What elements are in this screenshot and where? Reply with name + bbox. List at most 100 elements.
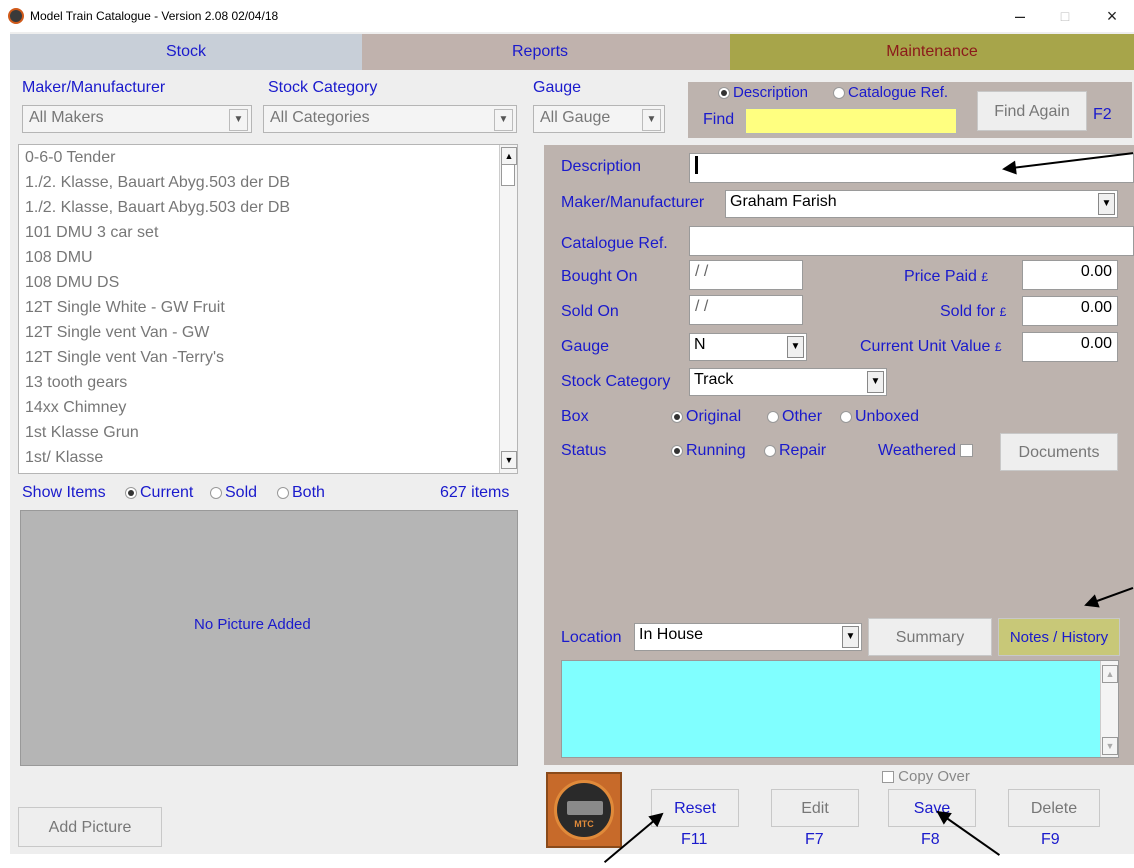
list-scrollbar[interactable]: ▲ ▼ [499, 145, 517, 473]
box-original-radio[interactable]: Original [671, 408, 741, 426]
chevron-down-icon: ▼ [642, 109, 661, 131]
notes-textarea[interactable]: ▲ ▼ [561, 660, 1119, 758]
close-button[interactable]: × [1092, 4, 1132, 28]
maker-select[interactable]: Graham Farish ▼ [725, 190, 1118, 218]
gauge-filter-label: Gauge [533, 79, 582, 96]
gauge-filter-select[interactable]: All Gauge ▼ [533, 105, 665, 133]
scroll-thumb[interactable] [501, 164, 515, 186]
unit-value-input[interactable]: 0.00 [1022, 332, 1118, 362]
maker-filter-select[interactable]: All Makers ▼ [22, 105, 252, 133]
save-button[interactable]: Save [888, 789, 976, 827]
summary-button[interactable]: Summary [868, 618, 992, 656]
delete-button[interactable]: Delete [1008, 789, 1100, 827]
list-item[interactable]: 108 DMU [25, 249, 93, 267]
title-bar: Model Train Catalogue - Version 2.08 02/… [0, 0, 1134, 32]
chevron-down-icon: ▼ [229, 109, 248, 131]
status-running-radio[interactable]: Running [671, 442, 746, 460]
find-input[interactable] [745, 108, 957, 134]
location-select[interactable]: In House ▼ [634, 623, 862, 651]
chevron-down-icon: ▼ [842, 626, 859, 648]
mtc-logo: MTC [546, 772, 622, 848]
item-count: 627 items [440, 484, 510, 501]
find-label: Find [703, 111, 735, 128]
stock-category-label: Stock Category [561, 373, 671, 390]
scroll-down-icon[interactable]: ▼ [1102, 737, 1118, 755]
description-label: Description [561, 158, 642, 175]
chevron-down-icon: ▼ [494, 109, 513, 131]
weathered-checkbox[interactable]: Weathered [878, 442, 974, 460]
tab-reports[interactable]: Reports [362, 34, 730, 70]
location-label: Location [561, 629, 622, 646]
list-item[interactable]: 1st/ Klasse [25, 449, 103, 467]
bought-on-input[interactable]: / / [689, 260, 803, 290]
radio-icon [671, 444, 683, 457]
list-item[interactable]: 1./2. Klasse, Bauart Abyg.503 der DB [25, 174, 290, 192]
price-paid-input[interactable]: 0.00 [1022, 260, 1118, 290]
category-filter-value: All Categories [270, 109, 370, 126]
show-both-radio[interactable]: Both [277, 484, 325, 502]
radio-icon [840, 410, 852, 423]
list-item[interactable]: 0-6-0 Tender [25, 149, 115, 167]
checkbox-icon [882, 771, 894, 784]
find-option-description[interactable]: Description [718, 84, 808, 101]
minimize-button[interactable]: – [1000, 4, 1040, 28]
tab-stock[interactable]: Stock [10, 34, 362, 70]
scroll-up-icon[interactable]: ▲ [1102, 665, 1118, 683]
category-filter-select[interactable]: All Categories ▼ [263, 105, 517, 133]
show-items-label: Show Items [22, 484, 106, 501]
find-shortcut-label: F2 [1093, 106, 1112, 123]
radio-icon [210, 486, 222, 499]
stock-category-value: Track [694, 371, 734, 388]
sold-on-input[interactable]: / / [689, 295, 803, 325]
list-item[interactable]: 13 tooth gears [25, 374, 127, 392]
radio-icon [277, 486, 289, 499]
list-item[interactable]: 12T Single White - GW Fruit [25, 299, 225, 317]
list-item[interactable]: 12T Single vent Van -Terry's [25, 349, 224, 367]
list-item[interactable]: 1./2. Klasse, Bauart Abyg.503 der DB [25, 199, 290, 217]
stock-list[interactable]: 0-6-0 Tender 1./2. Klasse, Bauart Abyg.5… [18, 144, 518, 474]
scroll-down-icon[interactable]: ▼ [501, 451, 517, 469]
scroll-up-icon[interactable]: ▲ [501, 147, 517, 165]
maker-filter-label: Maker/Manufacturer [22, 79, 166, 96]
find-again-button[interactable]: Find Again [977, 91, 1087, 131]
show-current-radio[interactable]: Current [125, 484, 193, 502]
unit-value-label: Current Unit Value £ [860, 338, 1002, 355]
stock-category-select[interactable]: Track ▼ [689, 368, 887, 396]
reset-shortcut: F11 [681, 831, 708, 848]
edit-button[interactable]: Edit [771, 789, 859, 827]
chevron-down-icon: ▼ [1098, 193, 1115, 215]
catalogue-ref-input[interactable] [689, 226, 1134, 256]
edit-shortcut: F7 [805, 831, 824, 848]
list-item[interactable]: 1st Klasse Grun [25, 424, 139, 442]
sold-on-label: Sold On [561, 303, 619, 320]
copy-over-checkbox[interactable]: Copy Over [882, 768, 970, 785]
find-option-catalogue[interactable]: Catalogue Ref. [833, 84, 948, 101]
sold-for-input[interactable]: 0.00 [1022, 296, 1118, 326]
tab-maintenance[interactable]: Maintenance [730, 34, 1134, 70]
add-picture-button[interactable]: Add Picture [18, 807, 162, 847]
status-repair-radio[interactable]: Repair [764, 442, 826, 460]
notes-history-button[interactable]: Notes / History [998, 618, 1120, 656]
documents-button[interactable]: Documents [1000, 433, 1118, 471]
box-other-radio[interactable]: Other [767, 408, 822, 426]
list-item[interactable]: 12T Single vent Van - GW [25, 324, 209, 342]
picture-area [20, 510, 518, 766]
radio-icon [764, 444, 776, 457]
maximize-button[interactable]: □ [1045, 4, 1085, 28]
list-item[interactable]: 108 DMU DS [25, 274, 119, 292]
show-sold-radio[interactable]: Sold [210, 484, 257, 502]
description-input[interactable] [689, 153, 1134, 183]
list-item[interactable]: 101 DMU 3 car set [25, 224, 158, 242]
sold-for-label: Sold for £ [940, 303, 1007, 320]
box-unboxed-radio[interactable]: Unboxed [840, 408, 919, 426]
price-paid-label: Price Paid £ [904, 268, 989, 285]
gauge-select[interactable]: N ▼ [689, 333, 807, 361]
save-shortcut: F8 [921, 831, 940, 848]
maker-label: Maker/Manufacturer [561, 194, 705, 211]
location-select-value: In House [639, 626, 704, 643]
notes-scrollbar[interactable]: ▲ ▼ [1100, 661, 1118, 757]
chevron-down-icon: ▼ [867, 371, 884, 393]
chevron-down-icon: ▼ [787, 336, 804, 358]
gauge-filter-value: All Gauge [540, 109, 611, 126]
list-item[interactable]: 14xx Chimney [25, 399, 126, 417]
